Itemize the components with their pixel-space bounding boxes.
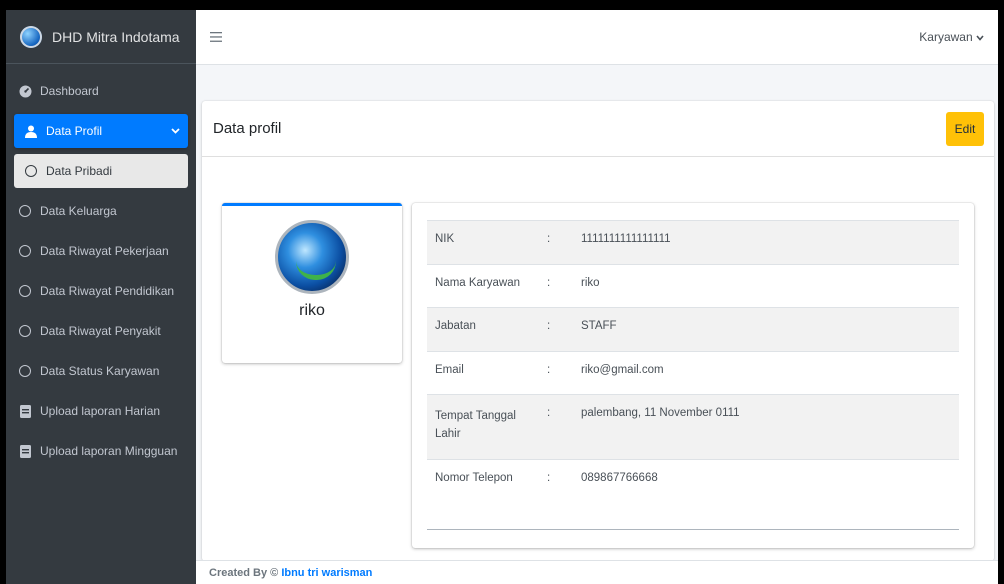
file-icon [18,404,32,418]
row-value: riko [573,264,959,308]
row-separator: : [537,307,573,352]
sidebar-item-data-profil[interactable]: Data Profil [14,114,188,148]
brand-link[interactable]: DHD Mitra Indotama [6,10,196,64]
table-row: NIK : 1111111111111111 [427,220,959,265]
sidebar-item-label: Data Riwayat Penyakit [40,324,161,338]
divider [427,529,959,530]
circle-icon [18,364,32,378]
row-label: Nama Karyawan [427,264,537,308]
app-frame: DHD Mitra Indotama Dashboard Data Profil [6,10,998,584]
sidebar-item-data-riwayat-pekerjaan[interactable]: Data Riwayat Pekerjaan [6,234,196,268]
row-label: Nomor Telepon [427,459,537,510]
user-menu[interactable]: Karyawan [919,30,984,44]
row-value: 089867766668 [573,459,959,510]
row-value: riko@gmail.com [573,351,959,395]
sidebar-item-upload-laporan-harian[interactable]: Upload laporan Harian [6,394,196,428]
card-header: Data profil Edit [202,101,994,157]
row-separator: : [537,459,573,510]
sidebar-item-data-riwayat-penyakit[interactable]: Data Riwayat Penyakit [6,314,196,348]
circle-icon [18,284,32,298]
sidebar-item-data-riwayat-pendidikan[interactable]: Data Riwayat Pendidikan [6,274,196,308]
row-separator: : [537,394,573,460]
avatar [275,220,349,294]
table-row: Tempat Tanggal Lahir : palembang, 11 Nov… [427,394,959,460]
table-row: Nomor Telepon : 089867766668 [427,459,959,510]
sidebar-item-label: Dashboard [40,84,99,98]
row-label: Jabatan [427,307,537,352]
user-icon [24,124,38,138]
hamburger-icon[interactable] [210,29,222,45]
sidebar-item-dashboard[interactable]: Dashboard [6,74,196,108]
tachometer-icon [18,84,32,98]
brand-name: DHD Mitra Indotama [52,28,180,45]
chevron-down-icon [171,126,180,136]
sidebar-item-label: Data Riwayat Pekerjaan [40,244,169,258]
sidebar-item-label: Data Pribadi [46,164,113,178]
circle-icon [18,244,32,258]
sidebar-item-label: Data Status Karyawan [40,364,160,378]
sidebar-item-label: Data Riwayat Pendidikan [40,284,175,298]
row-label: Tempat Tanggal Lahir [427,394,537,460]
sidebar-nav: Dashboard Data Profil Data Pribadi Data … [6,64,196,468]
circle-icon [18,324,32,338]
details-table: NIK : 1111111111111111 Nama Karyawan : r… [427,220,959,510]
table-row: Email : riko@gmail.com [427,351,959,395]
row-label: Email [427,351,537,395]
footer-author-link[interactable]: Ibnu tri warisman [281,567,372,579]
profile-box: riko [222,203,402,363]
edit-button[interactable]: Edit [946,111,984,146]
row-label: NIK [427,220,537,265]
sidebar-item-data-status-karyawan[interactable]: Data Status Karyawan [6,354,196,388]
topbar: Karyawan [196,10,998,65]
profile-card: Data profil Edit riko NIK : 111111111111… [202,101,994,561]
circle-icon [18,204,32,218]
card-title: Data profil [213,120,282,137]
sidebar: DHD Mitra Indotama Dashboard Data Profil [6,10,196,584]
sidebar-item-label: Upload laporan Mingguan [40,444,178,458]
sidebar-item-label: Data Keluarga [40,204,117,218]
row-value: 1111111111111111 [573,220,959,265]
table-row: Jabatan : STAFF [427,307,959,352]
user-menu-label: Karyawan [919,30,973,44]
row-value: palembang, 11 November 0111 [573,394,959,460]
globe-logo-icon [20,25,42,48]
table-row: Nama Karyawan : riko [427,264,959,308]
circle-icon [24,164,38,178]
row-separator: : [537,264,573,308]
sidebar-item-label: Upload laporan Harian [40,404,161,418]
sidebar-item-label: Data Profil [46,124,103,138]
profile-name: riko [299,302,325,319]
footer-prefix: Created By © [209,567,279,579]
row-value: STAFF [573,307,959,352]
footer: Created By © Ibnu tri warisman [196,560,998,584]
sidebar-item-upload-laporan-mingguan[interactable]: Upload laporan Mingguan [6,434,196,468]
row-separator: : [537,220,573,265]
row-separator: : [537,351,573,395]
chevron-down-icon [976,30,984,44]
profile-details: NIK : 1111111111111111 Nama Karyawan : r… [412,203,974,548]
sidebar-item-data-pribadi[interactable]: Data Pribadi [14,154,188,188]
file-icon [18,444,32,458]
sidebar-item-data-keluarga[interactable]: Data Keluarga [6,194,196,228]
